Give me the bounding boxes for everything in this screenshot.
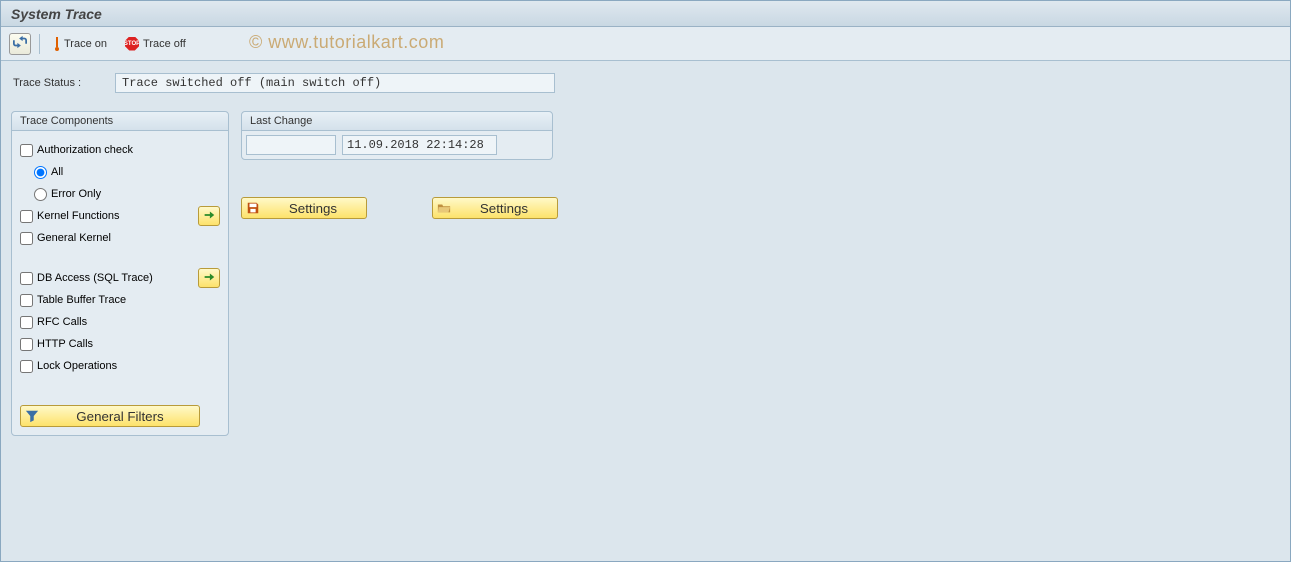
last-change-datetime-field: 11.09.2018 22:14:28 (342, 135, 497, 155)
rfc-calls-label: RFC Calls (37, 316, 87, 328)
trace-status-label: Trace Status : (13, 77, 105, 89)
radio-all-row[interactable]: All (20, 161, 220, 183)
toolbar: Trace on STOP Trace off © www.tutorialka… (1, 27, 1290, 61)
open-settings-button[interactable]: Settings (432, 197, 558, 219)
refresh-button[interactable] (9, 33, 31, 55)
save-icon (246, 201, 260, 215)
stop-icon: STOP (125, 37, 139, 51)
refresh-icon (13, 35, 27, 52)
trace-status-field: Trace switched off (main switch off) (115, 73, 555, 93)
arrow-right-icon (202, 270, 216, 287)
auth-check-row[interactable]: Authorization check (20, 139, 220, 161)
trace-on-button[interactable]: Trace on (48, 35, 113, 53)
lock-operations-row[interactable]: Lock Operations (20, 355, 220, 377)
filter-icon (25, 409, 39, 423)
radio-error-only-label: Error Only (51, 188, 101, 200)
arrow-right-icon (202, 208, 216, 225)
lock-operations-checkbox[interactable] (20, 360, 33, 373)
folder-open-icon (437, 201, 451, 215)
db-access-check[interactable]: DB Access (SQL Trace) (20, 267, 153, 289)
kernel-functions-details-button[interactable] (198, 206, 220, 226)
kernel-functions-checkbox[interactable] (20, 210, 33, 223)
trace-components-header: Trace Components (12, 112, 228, 131)
page-title: System Trace (11, 6, 102, 22)
general-kernel-label: General Kernel (37, 232, 111, 244)
trace-components-panel: Trace Components Authorization check All… (11, 111, 229, 436)
last-change-header: Last Change (242, 112, 552, 131)
db-access-row: DB Access (SQL Trace) (20, 267, 220, 289)
auth-check-checkbox[interactable] (20, 144, 33, 157)
radio-error-only[interactable] (34, 188, 47, 201)
trace-on-label: Trace on (64, 38, 107, 50)
trace-off-label: Trace off (143, 38, 186, 50)
radio-all-label: All (51, 166, 63, 178)
content-area: Trace Status : Trace switched off (main … (1, 61, 1290, 123)
table-buffer-label: Table Buffer Trace (37, 294, 126, 306)
general-filters-label: General Filters (45, 409, 195, 424)
trace-off-button[interactable]: STOP Trace off (119, 35, 192, 53)
general-filters-button[interactable]: General Filters (20, 405, 200, 427)
table-buffer-row[interactable]: Table Buffer Trace (20, 289, 220, 311)
open-settings-label: Settings (455, 201, 553, 216)
watermark-text: © www.tutorialkart.com (249, 32, 444, 53)
db-access-label: DB Access (SQL Trace) (37, 272, 153, 284)
http-calls-checkbox[interactable] (20, 338, 33, 351)
trace-status-row: Trace Status : Trace switched off (main … (13, 73, 1280, 93)
http-calls-row[interactable]: HTTP Calls (20, 333, 220, 355)
http-calls-label: HTTP Calls (37, 338, 93, 350)
table-buffer-checkbox[interactable] (20, 294, 33, 307)
last-change-user-field (246, 135, 336, 155)
rfc-calls-checkbox[interactable] (20, 316, 33, 329)
spacer (20, 249, 220, 267)
general-kernel-row[interactable]: General Kernel (20, 227, 220, 249)
settings-buttons-row: Settings Settings (241, 197, 558, 219)
radio-error-only-row[interactable]: Error Only (20, 183, 220, 205)
save-settings-label: Settings (264, 201, 362, 216)
general-kernel-checkbox[interactable] (20, 232, 33, 245)
last-change-panel: Last Change 11.09.2018 22:14:28 (241, 111, 553, 160)
db-access-checkbox[interactable] (20, 272, 33, 285)
kernel-functions-label: Kernel Functions (37, 210, 120, 222)
rfc-calls-row[interactable]: RFC Calls (20, 311, 220, 333)
kernel-functions-row: Kernel Functions (20, 205, 220, 227)
save-settings-button[interactable]: Settings (241, 197, 367, 219)
toolbar-separator (39, 34, 40, 54)
lock-operations-label: Lock Operations (37, 360, 117, 372)
title-bar: System Trace (1, 1, 1290, 27)
exclamation-icon (54, 37, 60, 51)
last-change-body: 11.09.2018 22:14:28 (242, 131, 552, 159)
radio-all[interactable] (34, 166, 47, 179)
trace-components-body: Authorization check All Error Only Kerne… (12, 131, 228, 435)
kernel-functions-check[interactable]: Kernel Functions (20, 205, 120, 227)
auth-check-label: Authorization check (37, 144, 133, 156)
db-access-details-button[interactable] (198, 268, 220, 288)
